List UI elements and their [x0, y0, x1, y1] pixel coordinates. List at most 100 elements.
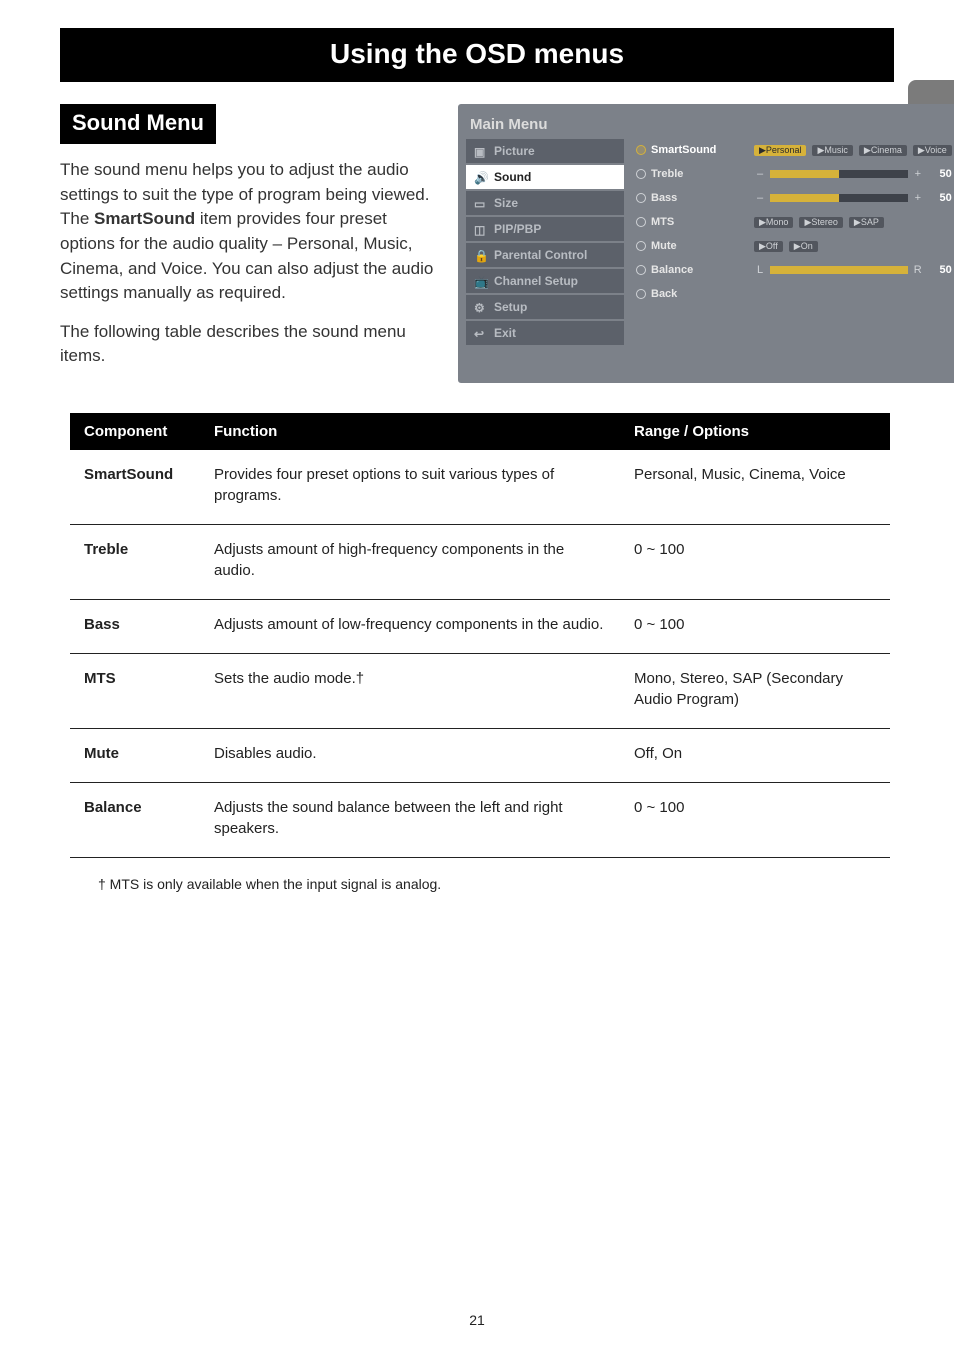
opt-on[interactable]: ▶On	[789, 241, 818, 252]
osd-nav-size[interactable]: ▭ Size	[466, 191, 624, 215]
opt-personal[interactable]: ▶Personal	[754, 145, 806, 156]
osd-val-back	[754, 283, 952, 305]
cell-range: Personal, Music, Cinema, Voice	[620, 450, 890, 525]
osd-sub-label: SmartSound	[651, 144, 716, 156]
minus-icon[interactable]: –	[754, 192, 766, 204]
radio-icon	[636, 145, 646, 155]
osd-values: ▶Personal ▶Music ▶Cinema ▶Voice – + 50	[754, 139, 952, 345]
osd-sub-label: Treble	[651, 168, 683, 180]
tv-icon: 📺	[474, 275, 488, 287]
table-row: Treble Adjusts amount of high-frequency …	[70, 525, 890, 600]
opt-voice[interactable]: ▶Voice	[913, 145, 952, 156]
osd-nav-parental[interactable]: 🔒 Parental Control	[466, 243, 624, 267]
radio-icon	[636, 265, 646, 275]
footnote: † MTS is only available when the input s…	[98, 876, 894, 892]
plus-icon[interactable]: +	[912, 168, 924, 180]
section-heading: Sound Menu	[60, 104, 216, 144]
minus-icon[interactable]: –	[754, 168, 766, 180]
osd-sub-smartsound[interactable]: SmartSound	[634, 139, 744, 161]
lock-icon: 🔒	[474, 249, 488, 261]
osd-sub-label: Bass	[651, 192, 677, 204]
page-number: 21	[0, 1312, 954, 1328]
page-title: Using the OSD menus	[60, 28, 894, 82]
osd-sub-label: Back	[651, 288, 677, 300]
opt-sap[interactable]: ▶SAP	[849, 217, 884, 228]
osd-val-treble: – + 50	[754, 163, 952, 185]
osd-sub-back[interactable]: Back	[634, 283, 744, 305]
cell-function: Adjusts amount of high-frequency compone…	[200, 525, 620, 600]
radio-icon	[636, 169, 646, 179]
osd-sub-balance[interactable]: Balance	[634, 259, 744, 281]
intro-paragraph-2: The following table describes the sound …	[60, 320, 440, 369]
cell-function: Disables audio.	[200, 729, 620, 783]
osd-nav-sound[interactable]: 🔊 Sound	[466, 165, 624, 189]
th-component: Component	[70, 413, 200, 450]
radio-icon	[636, 289, 646, 299]
cell-component: Treble	[70, 525, 200, 600]
osd-nav-label: Size	[494, 196, 518, 210]
picture-icon: ▣	[474, 145, 488, 157]
table-row: MTS Sets the audio mode.† Mono, Stereo, …	[70, 654, 890, 729]
opt-cinema[interactable]: ▶Cinema	[859, 145, 907, 156]
cell-component: Mute	[70, 729, 200, 783]
cell-function: Sets the audio mode.†	[200, 654, 620, 729]
cell-function: Provides four preset options to suit var…	[200, 450, 620, 525]
gear-icon: ⚙	[474, 301, 488, 313]
osd-sub-label: Mute	[651, 240, 677, 252]
opt-off[interactable]: ▶Off	[754, 241, 783, 252]
cell-range: Off, On	[620, 729, 890, 783]
cell-function: Adjusts amount of low-frequency componen…	[200, 600, 620, 654]
bass-slider[interactable]	[770, 194, 908, 202]
intro-p1-bold: SmartSound	[94, 209, 195, 228]
osd-nav-label: PIP/PBP	[494, 222, 541, 236]
opt-music[interactable]: ▶Music	[812, 145, 852, 156]
osd-nav-label: Exit	[494, 326, 516, 340]
intro-paragraph-1: The sound menu helps you to adjust the a…	[60, 158, 440, 306]
osd-title: Main Menu	[466, 112, 952, 139]
treble-slider[interactable]	[770, 170, 908, 178]
osd-val-mts: ▶Mono ▶Stereo ▶SAP	[754, 211, 952, 233]
osd-nav-setup[interactable]: ⚙ Setup	[466, 295, 624, 319]
osd-sub-bass[interactable]: Bass	[634, 187, 744, 209]
pip-icon: ◫	[474, 223, 488, 235]
osd-nav-channel[interactable]: 📺Channel Setup	[466, 269, 624, 293]
osd-sub-label: MTS	[651, 216, 674, 228]
osd-submenu: SmartSound Treble Bass MTS Mute Balance …	[634, 139, 744, 345]
cell-component: Balance	[70, 783, 200, 858]
spec-table: Component Function Range / Options Smart…	[70, 413, 890, 858]
cell-component: SmartSound	[70, 450, 200, 525]
radio-icon	[636, 217, 646, 227]
osd-sub-treble[interactable]: Treble	[634, 163, 744, 185]
bass-value: 50	[930, 192, 952, 204]
exit-icon: ↩	[474, 327, 488, 339]
treble-value: 50	[930, 168, 952, 180]
speaker-icon: 🔊	[474, 171, 488, 183]
size-icon: ▭	[474, 197, 488, 209]
radio-icon	[636, 193, 646, 203]
left-icon[interactable]: L	[754, 264, 766, 276]
osd-nav-label: Sound	[494, 170, 531, 184]
osd-sub-mute[interactable]: Mute	[634, 235, 744, 257]
osd-nav: ▣Picture 🔊 Sound ▭ Size ◫ PIP/PBP 🔒 Parental…	[466, 139, 624, 345]
cell-range: 0 ~ 100	[620, 783, 890, 858]
osd-nav-label: Parental Control	[494, 248, 587, 262]
osd-nav-picture[interactable]: ▣Picture	[466, 139, 624, 163]
th-range: Range / Options	[620, 413, 890, 450]
table-row: Bass Adjusts amount of low-frequency com…	[70, 600, 890, 654]
osd-val-mute: ▶Off ▶On	[754, 235, 952, 257]
osd-sub-mts[interactable]: MTS	[634, 211, 744, 233]
cell-component: MTS	[70, 654, 200, 729]
cell-function: Adjusts the sound balance between the le…	[200, 783, 620, 858]
plus-icon[interactable]: +	[912, 192, 924, 204]
opt-mono[interactable]: ▶Mono	[754, 217, 793, 228]
cell-range: Mono, Stereo, SAP (Secondary Audio Progr…	[620, 654, 890, 729]
osd-screenshot: Main Menu ▣Picture 🔊 Sound ▭ Size ◫ PIP/PBP…	[458, 104, 954, 383]
balance-slider[interactable]	[770, 266, 908, 274]
osd-nav-exit[interactable]: ↩ Exit	[466, 321, 624, 345]
opt-stereo[interactable]: ▶Stereo	[799, 217, 842, 228]
cell-range: 0 ~ 100	[620, 525, 890, 600]
osd-nav-pip[interactable]: ◫ PIP/PBP	[466, 217, 624, 241]
th-function: Function	[200, 413, 620, 450]
right-icon[interactable]: R	[912, 264, 924, 276]
osd-nav-label: Setup	[494, 300, 527, 314]
